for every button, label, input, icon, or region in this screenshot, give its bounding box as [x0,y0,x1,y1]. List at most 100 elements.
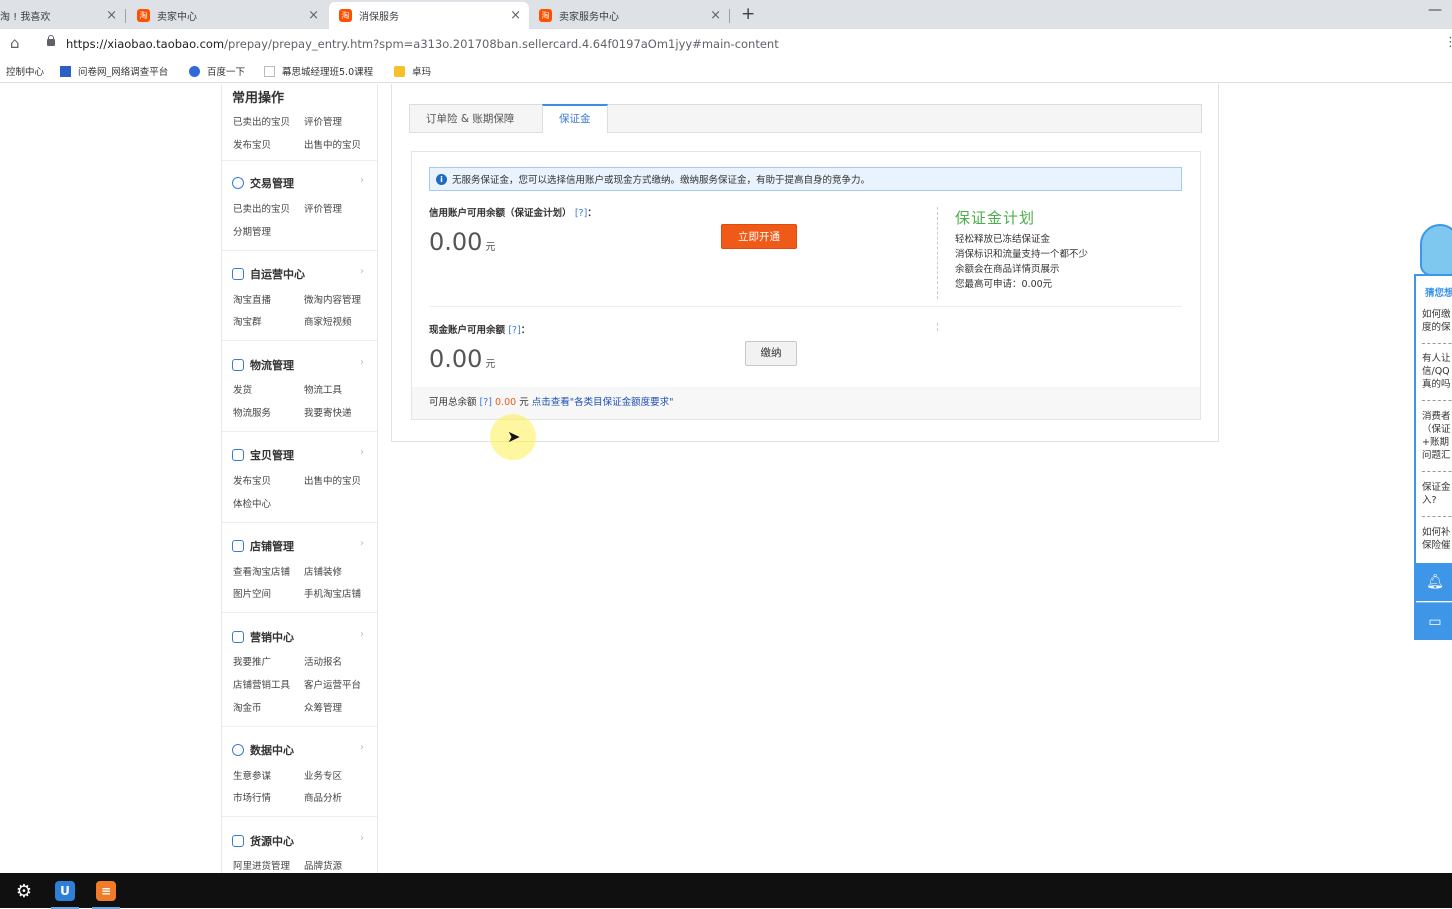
sidebar-link[interactable]: 业务专区 [304,768,342,782]
sidebar-link[interactable]: 商家短视频 [304,314,352,328]
help-link[interactable]: [?] [575,208,587,219]
lock-icon[interactable] [47,35,55,46]
sidebar-link[interactable]: 已卖出的宝贝 [233,201,290,215]
menu-icon[interactable]: ⋮ [1444,35,1452,50]
sidebar-section-trade[interactable]: 交易管理 [232,175,294,191]
chevron-right-icon[interactable]: › [360,742,364,753]
browser-tab-3[interactable]: 淘 消保服务 × [329,2,529,29]
bookmark-item[interactable]: 百度一下 [189,64,245,78]
sidebar-link[interactable]: 出售中的宝贝 [304,137,361,151]
bookmark-item[interactable]: 问卷网_网络调查平台 [60,64,168,78]
sidebar-link[interactable]: 微淘内容管理 [304,292,361,306]
section-label: 宝贝管理 [250,449,294,462]
browser-tab-1[interactable]: 淘 ! 我喜欢 × [0,2,126,29]
sidebar-section-supply[interactable]: 货源中心 [232,833,294,849]
box-icon [232,835,244,847]
plan-benefit: 消保标识和流量支持一个都不少 [955,249,1089,260]
sidebar-section-shop[interactable]: 店铺管理 [232,538,294,554]
faq-item[interactable]: 如何缴 度的保 [1422,308,1451,334]
browser-tab-strip: 淘 ! 我喜欢 × 淘 卖家中心 × 淘 消保服务 × 淘 卖家服务中心 × +… [0,0,1452,29]
sidebar-link[interactable]: 生意参谋 [233,768,271,782]
browser-tab-4[interactable]: 淘 卖家服务中心 × [529,2,730,29]
bookmark-item[interactable]: 卓玛 [394,64,431,78]
assistant-mascot-icon[interactable] [1420,224,1452,276]
info-icon: i [436,173,447,185]
sidebar-section-data[interactable]: 数据中心 [232,742,294,758]
tab-order-insurance[interactable]: 订单险 & 账期保障 [410,105,530,133]
bell-icon[interactable]: 🔔︎ [1416,563,1452,601]
url-path: /prepay/prepay_entry.htm?spm=a313o.20170… [224,37,779,51]
sidebar-link[interactable]: 物流服务 [233,405,271,419]
faq-item[interactable]: 消费者 （保证 +账期 问题汇 [1422,410,1451,462]
sidebar-link[interactable]: 发布宝贝 [233,137,271,151]
chevron-right-icon[interactable]: › [360,538,364,549]
sidebar-link[interactable]: 发布宝贝 [233,473,271,487]
tab-deposit[interactable]: 保证金 [542,104,608,133]
sidebar-section-marketing[interactable]: 营销中心 [232,629,294,645]
sidebar-link[interactable]: 店铺营销工具 [233,677,290,691]
sidebar-link[interactable]: 图片空间 [233,586,271,600]
bag-icon [232,449,244,461]
sidebar-link[interactable]: 众筹管理 [304,700,342,714]
sidebar-link[interactable]: 物流工具 [304,382,342,396]
sidebar-link[interactable]: 已卖出的宝贝 [233,114,290,128]
browser-tab-2[interactable]: 淘 卖家中心 × [127,2,327,29]
sidebar-link[interactable]: 分期管理 [233,224,271,238]
sidebar-link[interactable]: 客户运营平台 [304,677,361,691]
close-icon[interactable]: × [308,8,319,23]
requirements-link[interactable]: 点击查看"各类目保证金额度要求" [532,397,674,408]
open-now-button[interactable]: 立即开通 [721,224,797,249]
u-app-icon[interactable]: U [51,878,79,909]
chevron-right-icon[interactable]: › [360,266,364,277]
chevron-right-icon[interactable]: › [360,175,364,186]
chevron-right-icon[interactable]: › [360,447,364,458]
sidebar-link[interactable]: 品牌货源 [304,858,342,872]
close-icon[interactable]: × [106,8,117,23]
help-widget: 猜您想问 如何缴度的保 有人让信/QQ真的吗 消费者（保证+账期问题汇 保证金入… [1414,274,1452,640]
sidebar-section-logistics[interactable]: 物流管理 [232,357,294,373]
chat-app-icon[interactable]: ≡ [92,878,120,909]
chevron-right-icon[interactable]: › [360,833,364,844]
sidebar-link[interactable]: 评价管理 [304,201,342,215]
new-tab-button[interactable]: + [741,4,755,24]
sidebar-link[interactable]: 手机淘宝店铺 [304,586,361,600]
help-link[interactable]: [?] [508,325,520,336]
sidebar-link[interactable]: 淘宝直播 [233,292,271,306]
sidebar-link[interactable]: 出售中的宝贝 [304,473,361,487]
taobao-favicon-icon: 淘 [137,9,150,22]
chevron-right-icon[interactable]: › [360,629,364,640]
bookmark-item[interactable]: 控制中心 [6,64,44,78]
sidebar-link[interactable]: 评价管理 [304,114,342,128]
sidebar-link[interactable]: 活动报名 [304,654,342,668]
sidebar-link[interactable]: 我要寄快递 [304,405,352,419]
close-icon[interactable]: × [710,8,721,23]
url-field[interactable]: https://xiaobao.taobao.com/prepay/prepay… [66,37,779,51]
chat-icon[interactable]: ▭ [1416,602,1452,638]
sidebar-link[interactable]: 阿里进货管理 [233,858,290,872]
faq-item[interactable]: 有人让 信/QQ 真的吗 [1422,352,1451,391]
sidebar-link[interactable]: 体检中心 [233,496,271,510]
total-balance-bar: 可用总余额 [?] 0.00 元 点击查看"各类目保证金额度要求" [412,387,1200,419]
sidebar-link[interactable]: 我要推广 [233,654,271,668]
settings-gear-icon[interactable]: ⚙ [10,878,38,904]
close-icon[interactable]: × [510,8,521,23]
sidebar-link[interactable]: 查看淘宝店铺 [233,564,290,578]
sidebar-section-self-operation[interactable]: 自运营中心 [232,266,305,282]
chevron-right-icon[interactable]: › [360,357,364,368]
faq-item[interactable]: 保证金 入? [1422,481,1451,507]
sidebar-section-items[interactable]: 宝贝管理 [232,447,294,463]
help-link[interactable]: [?] [480,397,492,408]
sidebar-link[interactable]: 商品分析 [304,790,342,804]
sidebar-link[interactable]: 淘金币 [233,700,262,714]
faq-item[interactable]: 如何补 保险催 [1422,526,1451,552]
sidebar-link[interactable]: 淘宝群 [233,314,262,328]
pay-deposit-button[interactable]: 缴纳 [745,341,797,366]
sidebar-link[interactable]: 市场行情 [233,790,271,804]
bookmark-item[interactable]: 幕思城经理班5.0课程 [264,64,373,78]
page-icon [264,65,275,77]
minimize-button[interactable]: — [1428,2,1442,18]
sidebar-link[interactable]: 店铺装修 [304,564,342,578]
home-icon[interactable]: ⌂ [10,34,20,52]
sidebar-link[interactable]: 发货 [233,382,252,396]
credit-balance-amount: 0.00 元 [429,228,496,256]
